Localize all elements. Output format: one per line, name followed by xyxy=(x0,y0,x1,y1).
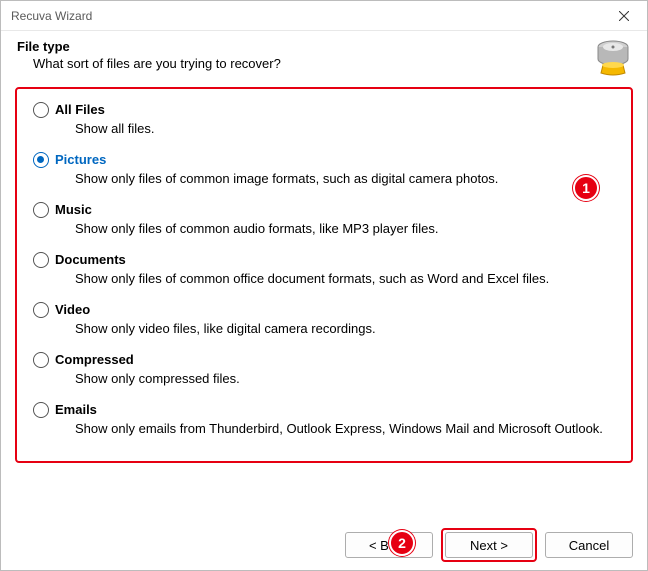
option-desc: Show all files. xyxy=(75,120,615,137)
option-desc: Show only files of common audio formats,… xyxy=(75,220,615,237)
option-desc: Show only files of common office documen… xyxy=(75,270,615,287)
wizard-footer: < Back Next > Cancel xyxy=(1,520,647,570)
radio-compressed[interactable] xyxy=(33,352,49,368)
option-all-files[interactable]: All Files Show all files. xyxy=(33,101,615,137)
window-title: Recuva Wizard xyxy=(11,9,92,23)
option-label: Pictures xyxy=(55,151,615,168)
option-desc: Show only emails from Thunderbird, Outlo… xyxy=(75,420,615,437)
option-label: Compressed xyxy=(55,351,615,368)
annotation-badge-1: 1 xyxy=(573,175,599,201)
close-button[interactable] xyxy=(601,1,647,31)
option-label: Emails xyxy=(55,401,615,418)
radio-all-files[interactable] xyxy=(33,102,49,118)
option-pictures[interactable]: Pictures Show only files of common image… xyxy=(33,151,615,187)
next-button[interactable]: Next > xyxy=(445,532,533,558)
radio-music[interactable] xyxy=(33,202,49,218)
option-compressed[interactable]: Compressed Show only compressed files. xyxy=(33,351,615,387)
hard-drive-icon xyxy=(593,37,633,77)
option-documents[interactable]: Documents Show only files of common offi… xyxy=(33,251,615,287)
radio-emails[interactable] xyxy=(33,402,49,418)
option-music[interactable]: Music Show only files of common audio fo… xyxy=(33,201,615,237)
option-desc: Show only compressed files. xyxy=(75,370,615,387)
wizard-header: File type What sort of files are you try… xyxy=(1,31,647,81)
cancel-button[interactable]: Cancel xyxy=(545,532,633,558)
radio-documents[interactable] xyxy=(33,252,49,268)
page-subtitle: What sort of files are you trying to rec… xyxy=(33,56,631,71)
option-desc: Show only files of common image formats,… xyxy=(75,170,615,187)
option-video[interactable]: Video Show only video files, like digita… xyxy=(33,301,615,337)
annotation-badge-2: 2 xyxy=(389,530,415,556)
close-icon xyxy=(619,11,629,21)
file-type-group: All Files Show all files. Pictures Show … xyxy=(15,87,633,463)
radio-video[interactable] xyxy=(33,302,49,318)
option-label: All Files xyxy=(55,101,615,118)
option-label: Video xyxy=(55,301,615,318)
radio-pictures[interactable] xyxy=(33,152,49,168)
titlebar: Recuva Wizard xyxy=(1,1,647,31)
option-desc: Show only video files, like digital came… xyxy=(75,320,615,337)
option-label: Music xyxy=(55,201,615,218)
option-label: Documents xyxy=(55,251,615,268)
option-emails[interactable]: Emails Show only emails from Thunderbird… xyxy=(33,401,615,437)
next-button-highlight: Next > xyxy=(441,528,537,562)
page-title: File type xyxy=(17,39,631,54)
